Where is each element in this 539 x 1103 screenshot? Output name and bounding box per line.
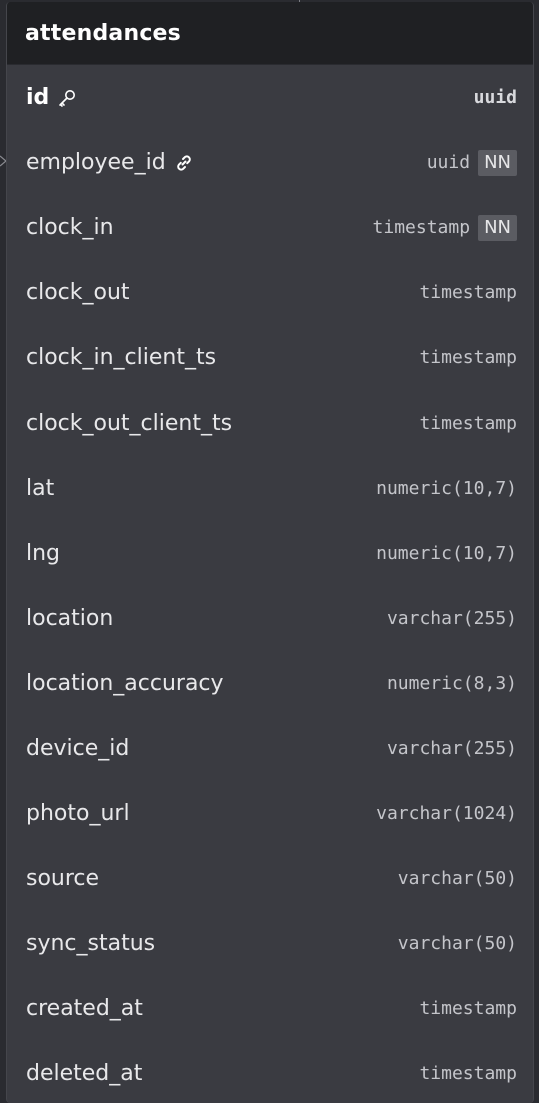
column-name: employee_id [26, 150, 166, 176]
column-type: numeric(8,3) [386, 672, 517, 694]
column-name: sync_status [26, 931, 156, 957]
column-row-id[interactable]: id uuid [7, 65, 533, 130]
key-icon [57, 88, 77, 108]
column-row-clock-in-client-ts[interactable]: clock_in_client_ts timestamp [7, 325, 533, 390]
column-type: timestamp [419, 282, 517, 304]
not-null-badge: NN [478, 149, 517, 176]
column-type: timestamp [419, 1063, 517, 1085]
column-name: location [26, 605, 114, 631]
column-type: timestamp [372, 217, 471, 239]
column-type: varchar(50) [397, 933, 517, 955]
diagram-canvas: attendances id uuid employee_id uuid NN … [0, 0, 539, 1103]
column-name: photo_url [26, 801, 130, 827]
column-type: uuid [426, 152, 471, 174]
column-type: uuid [473, 87, 517, 109]
column-type: timestamp [419, 347, 517, 369]
column-name: lng [26, 540, 61, 566]
column-type: varchar(255) [386, 607, 517, 629]
column-row-lng[interactable]: lng numeric(10,7) [7, 521, 533, 586]
column-row-location[interactable]: location varchar(255) [7, 586, 533, 651]
column-row-deleted-at[interactable]: deleted_at timestamp [7, 1041, 533, 1103]
column-row-created-at[interactable]: created_at timestamp [7, 976, 533, 1041]
column-row-device-id[interactable]: device_id varchar(255) [7, 716, 533, 781]
column-type: varchar(50) [397, 868, 517, 890]
column-row-clock-in[interactable]: clock_in timestamp NN [7, 195, 533, 260]
column-type: numeric(10,7) [376, 477, 517, 499]
column-name: clock_in_client_ts [26, 345, 217, 371]
column-name: clock_in [26, 215, 114, 241]
column-row-clock-out[interactable]: clock_out timestamp [7, 260, 533, 325]
column-row-source[interactable]: source varchar(50) [7, 846, 533, 911]
column-name: source [26, 866, 100, 892]
table-card[interactable]: attendances id uuid employee_id uuid NN … [6, 2, 534, 1103]
column-type: numeric(10,7) [376, 542, 517, 564]
column-row-employee-id[interactable]: employee_id uuid NN [7, 130, 533, 195]
not-null-badge: NN [478, 214, 517, 241]
column-list: id uuid employee_id uuid NN clock_in tim… [7, 65, 533, 1103]
column-row-sync-status[interactable]: sync_status varchar(50) [7, 911, 533, 976]
column-row-lat[interactable]: lat numeric(10,7) [7, 456, 533, 521]
column-name: deleted_at [26, 1061, 143, 1087]
column-name: device_id [26, 735, 130, 761]
column-name: id [26, 85, 50, 111]
column-name: lat [26, 475, 55, 501]
column-row-clock-out-client-ts[interactable]: clock_out_client_ts timestamp [7, 390, 533, 455]
column-type: varchar(1024) [376, 803, 517, 825]
column-type: varchar(255) [386, 737, 517, 759]
column-name: clock_out_client_ts [26, 410, 233, 436]
table-title: attendances [25, 20, 181, 46]
table-header[interactable]: attendances [7, 2, 533, 65]
column-name: clock_out [26, 280, 130, 306]
link-icon [174, 153, 194, 173]
column-name: location_accuracy [26, 670, 224, 696]
column-type: timestamp [419, 998, 517, 1020]
column-row-photo-url[interactable]: photo_url varchar(1024) [7, 781, 533, 846]
column-type: timestamp [419, 412, 517, 434]
column-name: created_at [26, 996, 143, 1022]
column-row-location-accuracy[interactable]: location_accuracy numeric(8,3) [7, 651, 533, 716]
